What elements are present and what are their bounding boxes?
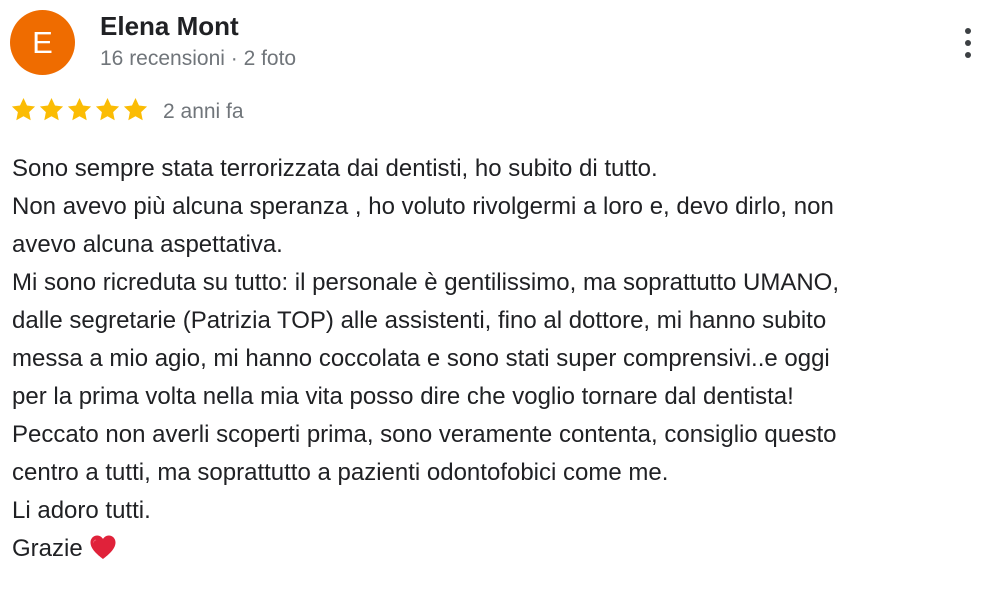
star-rating [10, 96, 149, 123]
more-options-button[interactable] [950, 20, 986, 66]
review-text: Sono sempre stata terrorizzata dai denti… [12, 150, 988, 568]
review-line-last: Grazie [12, 530, 988, 568]
review-line: dalle segretarie (Patrizia TOP) alle ass… [12, 307, 827, 334]
more-vert-icon-dot [965, 40, 971, 46]
more-vert-icon-dot [965, 52, 971, 58]
author-name[interactable]: Elena Mont [100, 10, 239, 42]
author-meta: 16 recensioni · 2 foto [100, 47, 297, 70]
review-date: 2 anni fa [163, 100, 244, 123]
more-vert-icon [965, 28, 971, 34]
avatar[interactable]: E [10, 10, 75, 75]
red-heart-icon [90, 535, 116, 559]
star-icon [123, 98, 148, 121]
review-line: Li adoro tutti. [12, 497, 151, 524]
review-line: per la prima volta nella mia vita posso … [12, 383, 794, 410]
review-line: messa a mio agio, mi hanno coccolata e s… [12, 345, 830, 372]
review-line: avevo alcuna aspettativa. [12, 231, 283, 258]
review-line: Sono sempre stata terrorizzata dai denti… [12, 155, 658, 182]
star-icon [11, 98, 36, 121]
review-line: Mi sono ricreduta su tutto: il personale… [12, 269, 840, 296]
star-icon [95, 98, 120, 121]
star-icon [67, 98, 92, 121]
avatar-initial: E [32, 24, 53, 60]
star-icon [39, 98, 64, 121]
review-line: Peccato non averli scoperti prima, sono … [12, 421, 837, 448]
review-line: Non avevo più alcuna speranza , ho volut… [12, 193, 834, 220]
review-line: centro a tutti, ma soprattutto a pazient… [12, 459, 669, 486]
review-line-text: Grazie [12, 535, 83, 562]
